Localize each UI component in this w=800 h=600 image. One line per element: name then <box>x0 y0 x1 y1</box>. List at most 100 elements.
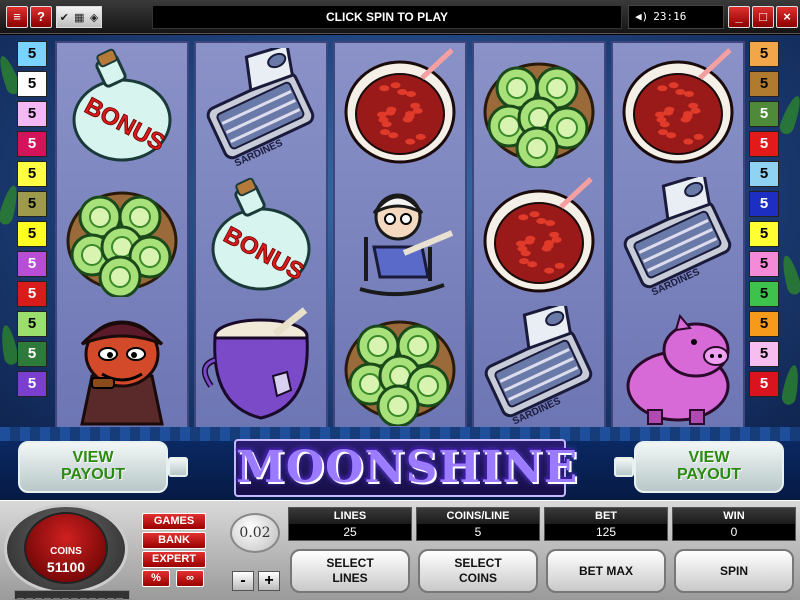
select-coins-button[interactable]: SELECT COINS <box>418 549 538 593</box>
bonus-jug-icon: BONUS <box>196 172 326 302</box>
payline-indicator-right-7[interactable]: 5 <box>749 221 779 247</box>
payline-indicator-right-10[interactable]: 5 <box>749 311 779 337</box>
leaf-decoration <box>780 364 800 406</box>
select-lines-button[interactable]: SELECT LINES <box>290 549 410 593</box>
clock: ◀) 23:16 <box>628 5 724 29</box>
toolbar-icons: ✔ ▦ ◈ <box>56 6 102 28</box>
green-tomatoes-icon <box>474 43 604 173</box>
credit-meter <box>14 590 130 600</box>
win-value: 0 <box>730 525 738 539</box>
coins-per-line-value: 5 <box>474 525 482 539</box>
granny-rocking-chair-icon <box>335 172 465 302</box>
payline-indicator-left-11[interactable]: 5 <box>17 341 47 367</box>
payline-indicator-left-7[interactable]: 5 <box>17 221 47 247</box>
expert-button[interactable]: EXPERT <box>142 551 206 568</box>
coin-decrease-button[interactable]: - <box>232 571 254 591</box>
payline-indicator-right-2[interactable]: 5 <box>749 71 779 97</box>
payline-indicator-left-2[interactable]: 5 <box>17 71 47 97</box>
game-banner: VIEW PAYOUT MOONSHINE VIEW PAYOUT <box>0 427 800 500</box>
payline-indicator-left-10[interactable]: 5 <box>17 311 47 337</box>
win-label: WIN <box>673 508 795 524</box>
hillbilly-with-pipe-icon <box>57 301 187 431</box>
speaker-icon[interactable]: ◀) <box>635 10 648 23</box>
lines-label: LINES <box>289 508 411 524</box>
control-panel: COINS 51100 GAMES BANK EXPERT % ∞ 0.02 -… <box>0 500 800 600</box>
green-tomatoes-icon <box>57 172 187 302</box>
coins-value: 51100 <box>46 559 86 575</box>
lines-value: 25 <box>343 525 357 539</box>
bet-max-button[interactable]: BET MAX <box>546 549 666 593</box>
payline-indicator-left-3[interactable]: 5 <box>17 101 47 127</box>
sardines-can-icon: SARDINES <box>474 301 604 431</box>
bonus-jug-icon: BONUS <box>57 43 187 173</box>
bottle-neck <box>614 457 634 477</box>
view-payout-label: VIEW PAYOUT <box>60 449 125 483</box>
payline-indicator-left-4[interactable]: 5 <box>17 131 47 157</box>
payline-indicators-left: 5 5 5 5 5 5 5 5 5 5 5 5 <box>17 41 47 401</box>
view-payout-button-right[interactable]: VIEW PAYOUT <box>614 441 784 493</box>
payline-indicator-right-6[interactable]: 5 <box>749 191 779 217</box>
lines-display: LINES 25 <box>288 507 412 541</box>
payline-indicator-left-12[interactable]: 5 <box>17 371 47 397</box>
reels: BONUS SARDINES BONUS SARDINES SARDINES <box>55 41 745 431</box>
bottle-neck <box>168 457 188 477</box>
close-button[interactable]: × <box>776 6 798 28</box>
reel-4: SARDINES <box>472 41 606 431</box>
red-beans-bowl-icon <box>474 172 604 302</box>
status-message: CLICK SPIN TO PLAY <box>152 5 622 29</box>
games-button[interactable]: GAMES <box>142 513 206 530</box>
pink-pig-icon <box>613 301 743 431</box>
bet-value: 125 <box>595 525 617 539</box>
reel-2: SARDINES BONUS <box>194 41 328 431</box>
bet-display: BET 125 <box>544 507 668 541</box>
payline-indicator-right-5[interactable]: 5 <box>749 161 779 187</box>
autoplay-icon[interactable]: ∞ <box>176 570 204 587</box>
reel-3 <box>333 41 467 431</box>
percent-button[interactable]: % <box>142 570 170 587</box>
payline-indicators-right: 5 5 5 5 5 5 5 5 5 5 5 5 <box>749 41 779 401</box>
help-button[interactable]: ? <box>30 6 52 28</box>
coins-per-line-label: COINS/LINE <box>417 508 539 524</box>
sardines-can-icon: SARDINES <box>613 172 743 302</box>
bank-button[interactable]: BANK <box>142 532 206 549</box>
title-bar: ≡ ? ✔ ▦ ◈ CLICK SPIN TO PLAY ◀) 23:16 _ □… <box>0 0 800 34</box>
purple-pot-icon <box>196 301 326 431</box>
maximize-button[interactable]: □ <box>752 6 774 28</box>
payline-indicator-left-5[interactable]: 5 <box>17 161 47 187</box>
payline-indicator-left-6[interactable]: 5 <box>17 191 47 217</box>
sound-toggle-icon[interactable]: ✔ <box>60 11 69 24</box>
payline-indicator-right-11[interactable]: 5 <box>749 341 779 367</box>
payline-indicator-right-4[interactable]: 5 <box>749 131 779 157</box>
spin-button[interactable]: SPIN <box>674 549 794 593</box>
payline-indicator-left-1[interactable]: 5 <box>17 41 47 67</box>
coins-per-line-display: COINS/LINE 5 <box>416 507 540 541</box>
clock-time: 23:16 <box>653 10 687 23</box>
green-tomatoes-icon <box>335 301 465 431</box>
red-beans-bowl-icon <box>335 43 465 173</box>
reel-5: SARDINES <box>611 41 745 431</box>
payline-indicator-left-8[interactable]: 5 <box>17 251 47 277</box>
payline-indicator-right-9[interactable]: 5 <box>749 281 779 307</box>
coins-display: COINS 51100 <box>4 504 130 600</box>
options-icon[interactable]: ◈ <box>90 11 98 24</box>
payline-indicator-right-1[interactable]: 5 <box>749 41 779 67</box>
leaf-decoration <box>777 93 800 137</box>
view-payout-button-left[interactable]: VIEW PAYOUT <box>18 441 188 493</box>
coin-size-chip: 0.02 <box>230 513 280 553</box>
coins-label: COINS <box>50 546 82 557</box>
playfield: 555555555555 555555555555 BONUS SARDINES B… <box>0 35 800 435</box>
payline-indicator-left-9[interactable]: 5 <box>17 281 47 307</box>
view-payout-label: VIEW PAYOUT <box>676 449 741 483</box>
settings-icon[interactable]: ▦ <box>74 11 84 24</box>
minimize-button[interactable]: _ <box>728 6 750 28</box>
menu-icon[interactable]: ≡ <box>6 6 28 28</box>
coin-increase-button[interactable]: + <box>258 571 280 591</box>
red-beans-bowl-icon <box>613 43 743 173</box>
bet-label: BET <box>545 508 667 524</box>
reel-1: BONUS <box>55 41 189 431</box>
win-display: WIN 0 <box>672 507 796 541</box>
payline-indicator-right-12[interactable]: 5 <box>749 371 779 397</box>
payline-indicator-right-8[interactable]: 5 <box>749 251 779 277</box>
payline-indicator-right-3[interactable]: 5 <box>749 101 779 127</box>
sardines-can-icon: SARDINES <box>196 43 326 173</box>
